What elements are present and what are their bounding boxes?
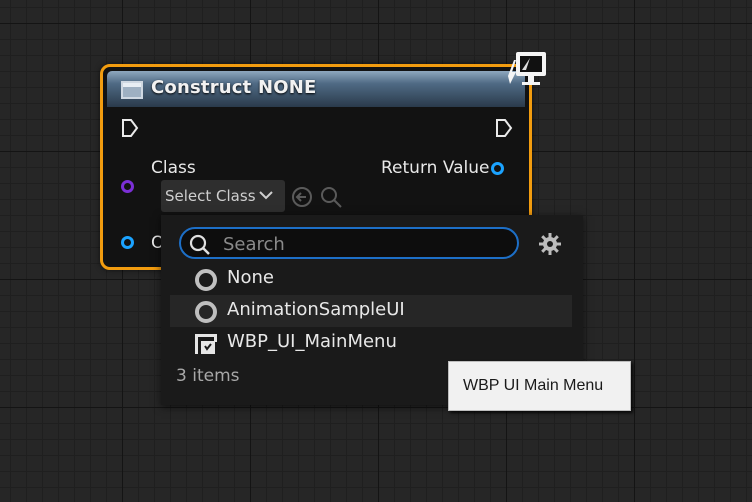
return-value-pin[interactable]	[491, 162, 504, 175]
list-item[interactable]: None	[170, 263, 572, 295]
node-title: Construct NONE	[151, 77, 317, 98]
search-field[interactable]	[179, 227, 519, 259]
widget-blueprint-icon	[195, 334, 217, 354]
class-pin-label: Class	[151, 158, 196, 178]
function-icon	[121, 81, 143, 99]
list-item[interactable]: WBP_UI_MainMenu	[170, 327, 572, 359]
search-input[interactable]	[221, 231, 505, 257]
class-select[interactable]: Select Class	[161, 180, 285, 212]
list-item-label: AnimationSampleUI	[227, 299, 405, 320]
exec-out-pin[interactable]	[495, 118, 513, 138]
browse-icons	[292, 187, 342, 208]
class-select-label: Select Class	[165, 187, 256, 205]
browse-search-icon	[321, 187, 337, 203]
client-only-icon	[508, 52, 546, 85]
gear-icon[interactable]	[538, 232, 562, 256]
chevron-down-icon	[259, 191, 273, 200]
list-item-label: None	[227, 267, 274, 288]
circle-icon	[195, 269, 217, 291]
tooltip-text: WBP UI Main Menu	[463, 377, 604, 394]
list-item-label: WBP_UI_MainMenu	[227, 331, 397, 352]
list-item[interactable]: AnimationSampleUI	[170, 295, 572, 327]
node-header[interactable]: Construct NONE	[107, 71, 525, 107]
return-value-label: Return Value	[381, 158, 490, 178]
owning-player-pin[interactable]	[121, 236, 134, 249]
item-count: 3 items	[176, 366, 240, 386]
circle-icon	[195, 301, 217, 323]
tooltip: WBP UI Main Menu	[448, 361, 631, 411]
exec-in-pin[interactable]	[121, 118, 139, 138]
class-pin[interactable]	[121, 180, 134, 193]
search-icon	[189, 234, 210, 255]
